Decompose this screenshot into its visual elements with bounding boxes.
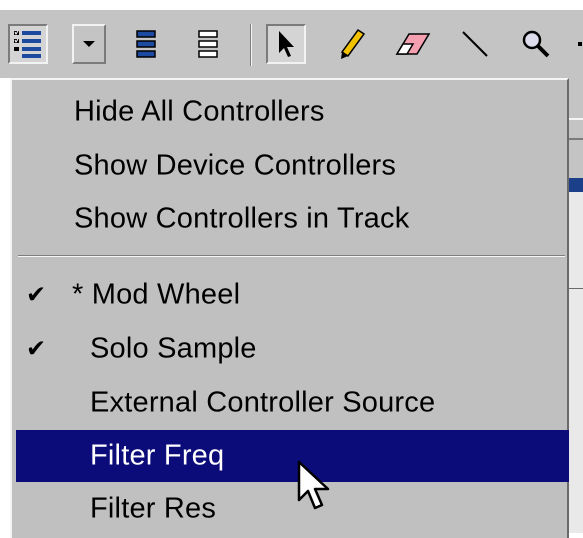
background-panel-edge [568, 78, 583, 533]
toolbar-overflow-dot [578, 42, 582, 46]
eraser-tool-button[interactable] [393, 24, 433, 64]
controllers-menu: Hide All Controllers Show Device Control… [10, 78, 569, 538]
menu-item-show-device-controllers[interactable]: Show Device Controllers [16, 140, 569, 192]
menu-item-filter-res[interactable]: Filter Res [16, 483, 569, 535]
menu-item-hide-all-controllers[interactable]: Hide All Controllers [16, 86, 569, 138]
pencil-icon [340, 28, 366, 59]
select-tool-button[interactable] [266, 24, 306, 64]
controller-list-icon [14, 30, 41, 58]
arrow-pointer-icon [279, 31, 294, 57]
pencil-tool-button[interactable] [332, 24, 372, 64]
track-stack-button-2[interactable] [188, 24, 228, 64]
track-stack-button-1[interactable] [126, 24, 166, 64]
line-icon [462, 31, 488, 57]
track-stack-icon [136, 30, 156, 58]
toolbar [0, 10, 583, 78]
toolbar-separator [250, 24, 252, 66]
checkmark-icon: ✔ [26, 281, 47, 309]
menu-item-solo-sample[interactable]: ✔ Solo Sample [16, 323, 569, 375]
chevron-down-icon [83, 41, 95, 47]
zoom-tool-button[interactable] [516, 24, 556, 64]
mouse-cursor-icon [297, 460, 330, 510]
controller-list-button[interactable] [8, 24, 48, 64]
eraser-icon [395, 33, 431, 55]
line-tool-button[interactable] [455, 24, 495, 64]
menu-item-show-controllers-in-track[interactable]: Show Controllers in Track [16, 193, 569, 245]
menu-separator [18, 255, 565, 257]
controller-dropdown-button[interactable] [72, 24, 106, 64]
track-stack-outline-icon [198, 30, 218, 58]
checkmark-icon: ✔ [26, 335, 47, 363]
menu-item-external-controller-source[interactable]: External Controller Source [16, 377, 569, 429]
magnifier-icon [522, 30, 550, 58]
menu-item-filter-freq[interactable]: Filter Freq [16, 430, 569, 482]
menu-item-mod-wheel[interactable]: ✔ * Mod Wheel [16, 269, 569, 321]
app-window: Hide All Controllers Show Device Control… [0, 0, 583, 538]
